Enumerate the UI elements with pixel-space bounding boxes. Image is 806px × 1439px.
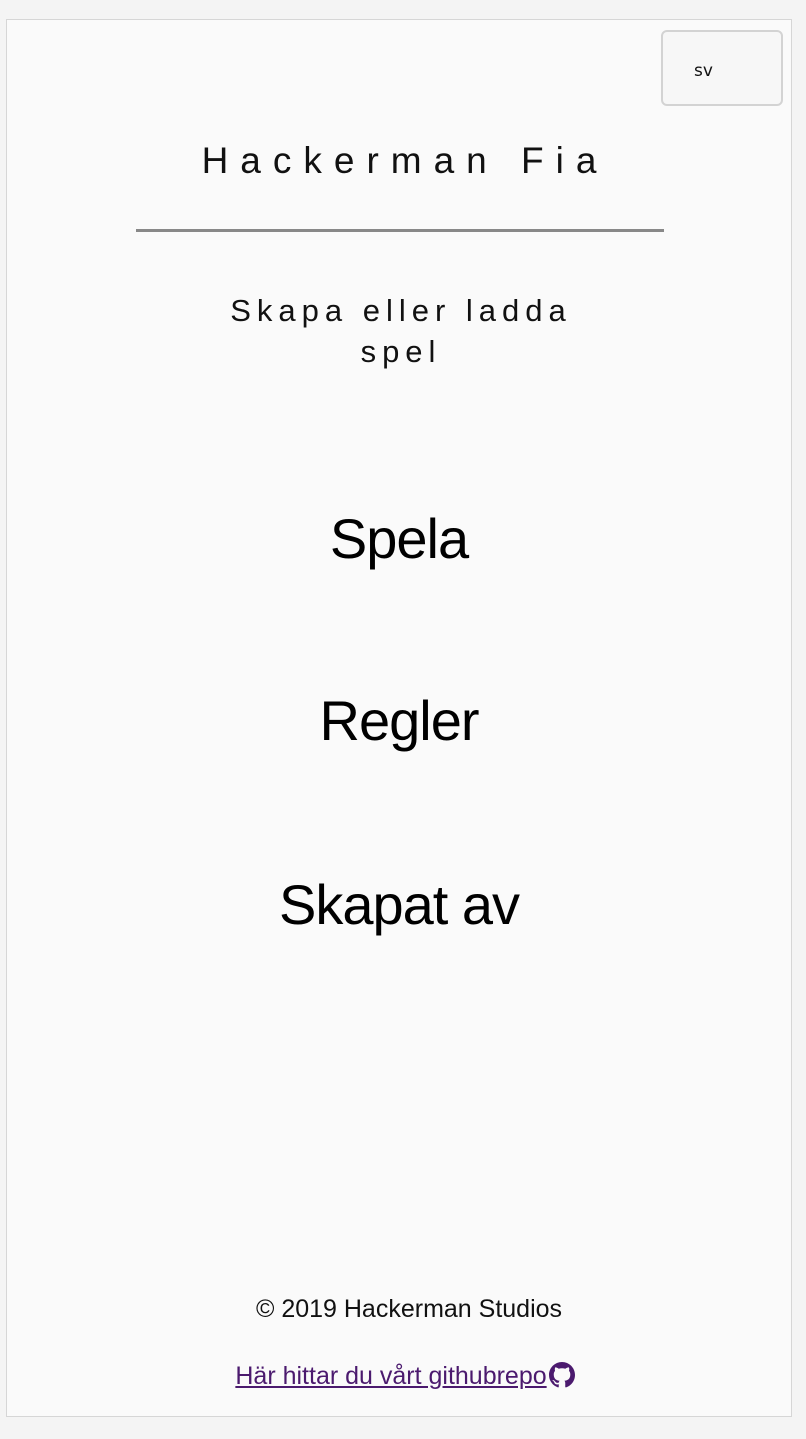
copyright-text: © 2019 Hackerman Studios [255,1295,563,1323]
title-divider [136,229,664,232]
github-repo-link[interactable]: Här hittar du vårt githubrepo [235,1362,575,1390]
page-subtitle: Skapa eller ladda spel [230,293,572,369]
credits-link[interactable]: Skapat av [7,872,791,937]
language-select-value: sv [694,61,713,81]
site-title: Hackerman Fia [201,140,609,181]
play-link[interactable]: Spela [7,506,791,571]
github-icon [548,1362,575,1388]
github-line: Här hittar du vårt githubrepo [7,1362,791,1391]
rules-link[interactable]: Regler [7,688,791,753]
github-link-text: Här hittar du vårt githubrepo [235,1362,547,1390]
page-frame: sv Hackerman Fia Skapa eller ladda spel … [6,19,792,1417]
language-select[interactable]: sv [661,30,783,106]
